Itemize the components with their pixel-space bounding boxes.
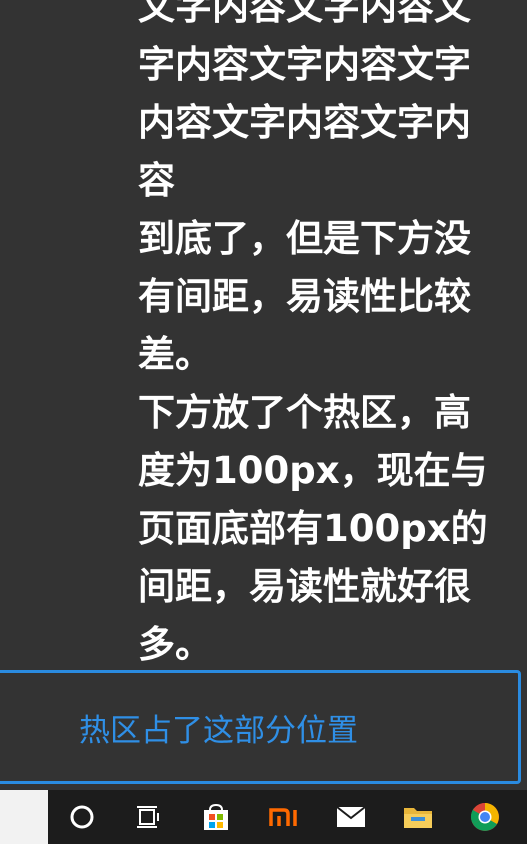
mi-icon[interactable] <box>266 799 302 835</box>
webpage-viewport: 文字内容文字内容文字内容文字内容文字内容文字内容文字内容 到底了，但是下方没有间… <box>0 0 527 790</box>
paragraph-content: 文字内容文字内容文字内容文字内容文字内容文字内容文字内容 <box>138 0 471 202</box>
file-explorer-icon[interactable] <box>400 799 436 835</box>
paragraph-no-spacing: 到底了，但是下方没有间距，易读性比较差。 <box>138 217 471 376</box>
cortana-circle-icon[interactable] <box>64 799 100 835</box>
mail-icon[interactable] <box>333 799 369 835</box>
task-view-icon[interactable] <box>130 799 166 835</box>
chrome-icon[interactable] <box>467 799 503 835</box>
hotzone-area[interactable]: 热区占了这部分位置 <box>0 670 521 784</box>
windows-taskbar <box>0 790 527 844</box>
article-text: 文字内容文字内容文字内容文字内容文字内容文字内容文字内容 到底了，但是下方没有间… <box>138 0 498 674</box>
hotzone-label: 热区占了这部分位置 <box>79 713 358 749</box>
taskbar-search-box[interactable] <box>0 790 48 844</box>
microsoft-store-icon[interactable] <box>198 799 234 835</box>
paragraph-hotzone-explain: 下方放了个热区，高度为100px，现在与页面底部有100px的间距，易读性就好很… <box>138 391 488 666</box>
